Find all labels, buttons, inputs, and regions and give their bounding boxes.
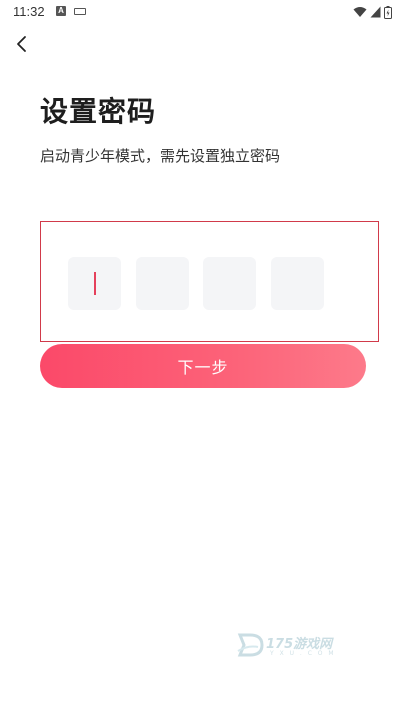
status-bar: 11:32 A [0, 0, 405, 24]
next-button[interactable]: 下一步 [40, 344, 366, 388]
signal-icon [370, 6, 381, 18]
pin-cell-1[interactable] [68, 257, 121, 310]
page-title: 设置密码 [40, 95, 157, 128]
pin-input[interactable] [40, 221, 379, 342]
page-subtitle: 启动青少年模式，需先设置独立密码 [40, 147, 281, 165]
a-notification-icon: A [56, 6, 66, 16]
wifi-icon [353, 7, 367, 17]
status-icons [353, 5, 392, 19]
text-caret [94, 272, 96, 295]
status-time: 11:32 [13, 4, 45, 19]
chevron-left-icon [17, 36, 26, 52]
pin-cell-2[interactable] [136, 257, 189, 310]
battery-icon [384, 5, 392, 19]
keyboard-icon [74, 8, 86, 15]
watermark-subtext: Y X U . C O M [270, 650, 336, 657]
back-button[interactable] [8, 30, 36, 58]
pin-cell-4[interactable] [271, 257, 324, 310]
watermark: 175游戏网 Y X U . C O M [236, 631, 358, 661]
pin-cell-3[interactable] [203, 257, 256, 310]
watermark-logo-icon [237, 633, 264, 657]
